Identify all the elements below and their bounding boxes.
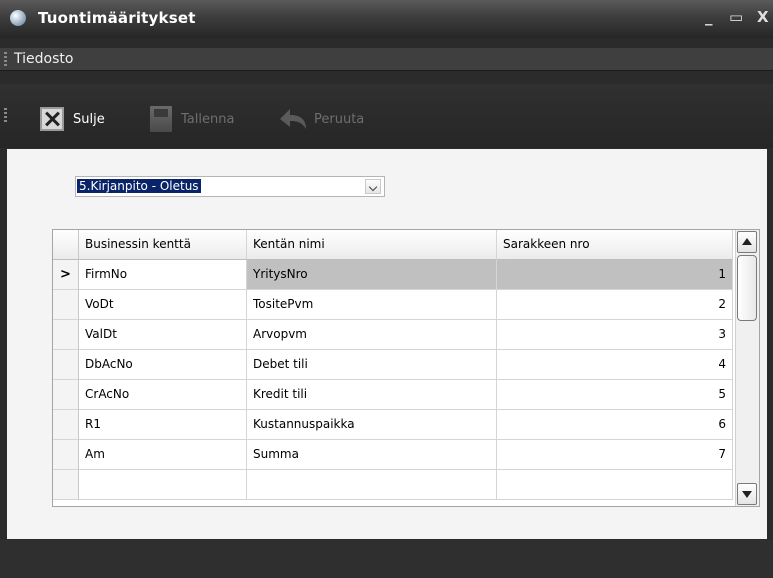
cell-column-number[interactable]: 6 — [497, 410, 733, 440]
chevron-down-icon[interactable] — [365, 179, 381, 194]
cell-column-number[interactable] — [497, 470, 733, 500]
cell-column-number[interactable]: 7 — [497, 440, 733, 470]
cell-business-field[interactable]: Am — [79, 440, 247, 470]
row-selector[interactable] — [53, 290, 79, 320]
cell-field-name[interactable] — [247, 470, 497, 500]
row-selector[interactable] — [53, 350, 79, 380]
close-icon — [40, 107, 64, 131]
close-window-button[interactable]: X — [757, 8, 769, 26]
arrow-up-icon — [742, 238, 752, 245]
cell-field-name[interactable]: TositePvm — [247, 290, 497, 320]
save-button-label: Tallenna — [181, 111, 235, 127]
maximize-button[interactable]: ▭ — [729, 8, 743, 26]
minimize-button[interactable]: _ — [705, 8, 713, 26]
cell-field-name[interactable]: Summa — [247, 440, 497, 470]
mapping-grid: Businessin kenttä Kentän nimi Sarakkeen … — [52, 229, 760, 507]
cell-column-number[interactable]: 3 — [497, 320, 733, 350]
table-row[interactable]: VoDt TositePvm 2 — [53, 290, 733, 320]
undo-icon — [280, 109, 306, 129]
save-button[interactable]: Tallenna — [150, 106, 234, 132]
table-row[interactable]: Am Summa 7 — [53, 440, 733, 470]
undo-button[interactable]: Peruuta — [276, 106, 364, 132]
header-corner — [53, 230, 79, 260]
profile-combobox[interactable]: 5.Kirjanpito - Oletus — [75, 176, 385, 197]
cell-business-field[interactable]: FirmNo — [79, 260, 247, 290]
cell-business-field[interactable]: VoDt — [79, 290, 247, 320]
row-selector[interactable] — [53, 320, 79, 350]
cell-field-name[interactable]: Arvopvm — [247, 320, 497, 350]
scroll-down-button[interactable] — [737, 483, 757, 505]
cell-field-name[interactable]: Debet tili — [247, 350, 497, 380]
close-button[interactable]: Sulje — [40, 106, 105, 132]
cell-business-field[interactable] — [79, 470, 247, 500]
table-row[interactable]: DbAcNo Debet tili 4 — [53, 350, 733, 380]
table-row[interactable]: CrAcNo Kredit tili 5 — [53, 380, 733, 410]
row-selector[interactable] — [53, 470, 79, 500]
scroll-up-button[interactable] — [737, 231, 757, 253]
column-header-column-number[interactable]: Sarakkeen nro — [497, 230, 733, 260]
main-panel: 5.Kirjanpito - Oletus Businessin kenttä … — [7, 149, 767, 539]
current-row-indicator-icon: > — [53, 260, 79, 290]
vertical-scrollbar[interactable] — [735, 230, 759, 506]
table-row-partial[interactable] — [53, 470, 733, 500]
table-row[interactable]: R1 Kustannuspaikka 6 — [53, 410, 733, 440]
row-selector[interactable] — [53, 380, 79, 410]
undo-button-label: Peruuta — [314, 111, 365, 127]
cell-business-field[interactable]: R1 — [79, 410, 247, 440]
menu-bar: Tiedosto — [0, 48, 773, 71]
arrow-down-icon — [742, 491, 752, 498]
column-header-field-name[interactable]: Kentän nimi — [247, 230, 497, 260]
scrollbar-thumb[interactable] — [737, 255, 757, 321]
row-selector[interactable] — [53, 440, 79, 470]
toolbar: Sulje Tallenna Peruuta — [0, 84, 773, 148]
cell-column-number[interactable]: 5 — [497, 380, 733, 410]
title-bar: Tuontimääritykset _ ▭ X — [0, 0, 773, 38]
grid-header-row: Businessin kenttä Kentän nimi Sarakkeen … — [53, 230, 733, 260]
cell-business-field[interactable]: ValDt — [79, 320, 247, 350]
close-button-label: Sulje — [73, 111, 105, 127]
window-title: Tuontimääritykset — [38, 9, 196, 27]
cell-field-name[interactable]: Kredit tili — [247, 380, 497, 410]
column-header-business-field[interactable]: Businessin kenttä — [79, 230, 247, 260]
cell-column-number[interactable]: 2 — [497, 290, 733, 320]
menu-grip-icon — [4, 52, 7, 66]
table-row[interactable]: ValDt Arvopvm 3 — [53, 320, 733, 350]
menu-item-tiedosto[interactable]: Tiedosto — [14, 51, 73, 67]
table-row[interactable]: > FirmNo YritysNro 1 — [53, 260, 733, 290]
cell-field-name[interactable]: Kustannuspaikka — [247, 410, 497, 440]
status-bar — [0, 540, 773, 578]
cell-field-name[interactable]: YritysNro — [247, 260, 497, 290]
app-icon — [10, 10, 26, 26]
cell-column-number[interactable]: 4 — [497, 350, 733, 380]
cell-column-number[interactable]: 1 — [497, 260, 733, 290]
cell-business-field[interactable]: CrAcNo — [79, 380, 247, 410]
save-icon — [150, 106, 172, 132]
row-selector[interactable] — [53, 410, 79, 440]
toolbar-grip-icon — [4, 108, 7, 122]
profile-combobox-value: 5.Kirjanpito - Oletus — [77, 179, 201, 193]
cell-business-field[interactable]: DbAcNo — [79, 350, 247, 380]
